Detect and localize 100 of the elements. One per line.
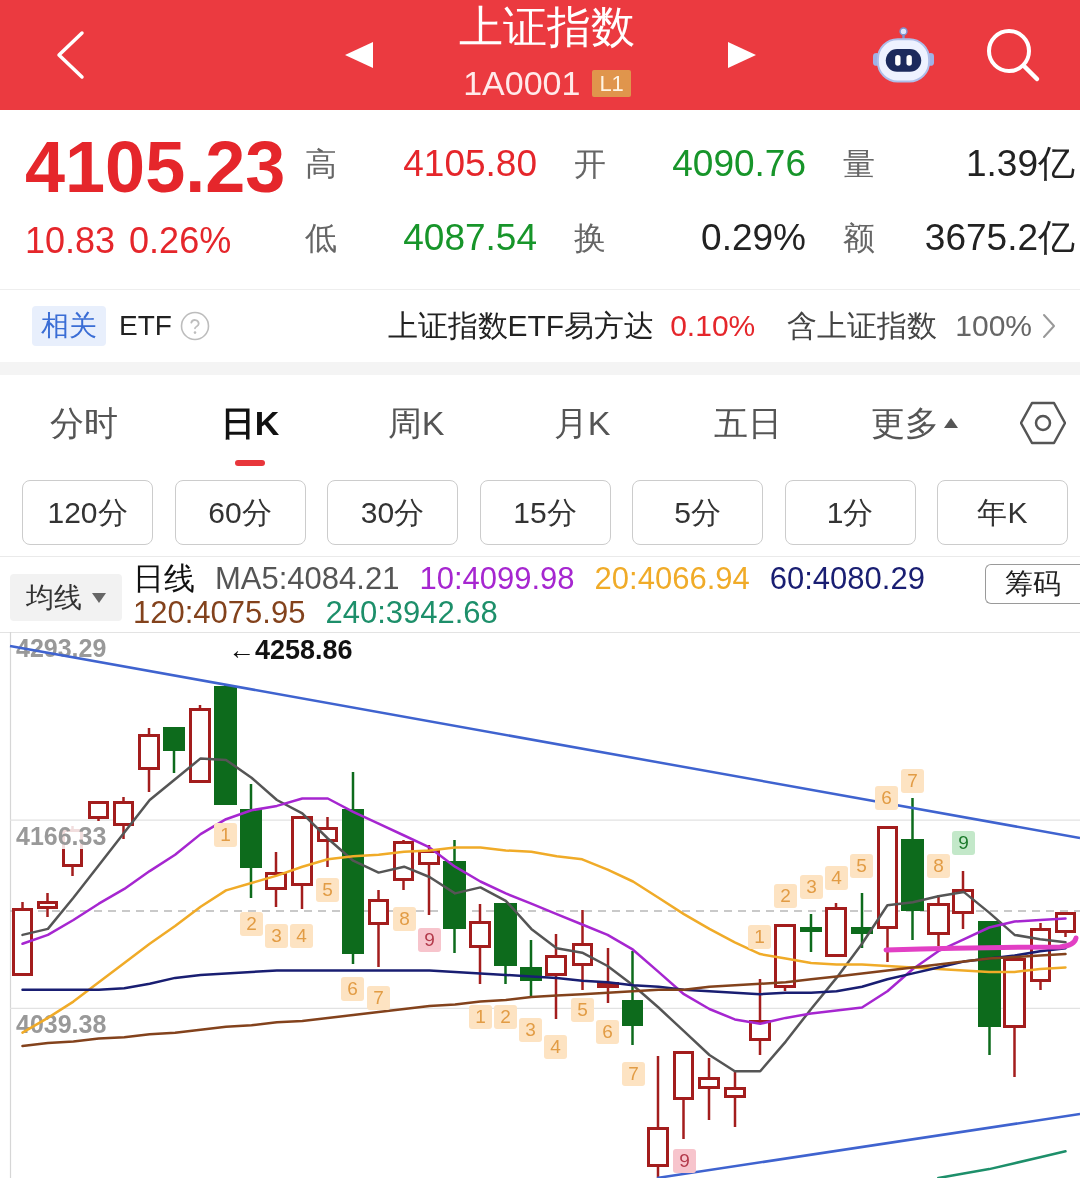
period-tab[interactable]: 分时	[1, 375, 167, 470]
stat-label: 换	[574, 219, 606, 258]
candlestick	[138, 728, 160, 792]
last-price: 4105.23	[25, 127, 287, 207]
candlestick	[520, 940, 542, 998]
stat-value: 4087.54	[403, 218, 537, 258]
count-tag: 1	[214, 823, 237, 847]
count-tag: 5	[571, 998, 594, 1022]
candlestick	[418, 845, 440, 915]
count-tag: 7	[901, 769, 924, 793]
count-tag: 3	[265, 924, 288, 948]
count-tag: 9	[418, 928, 441, 952]
candlestick	[774, 924, 796, 991]
stat-label: 低	[305, 219, 337, 258]
weight-label: 含上证指数	[787, 308, 938, 344]
assistant-button[interactable]	[872, 27, 935, 83]
moving-average-value: 60:4080.29	[769, 562, 925, 596]
count-tag: 2	[774, 884, 797, 908]
candlestick	[927, 895, 950, 946]
candlestick	[724, 1072, 746, 1127]
count-tag: 3	[800, 875, 823, 899]
chevron-left-icon	[54, 30, 86, 80]
etf-label: ETF	[119, 309, 172, 343]
count-tag: 9	[673, 1149, 696, 1173]
moving-average-value: 10:4099.98	[419, 562, 575, 596]
candlestick	[317, 817, 338, 867]
count-tag: 5	[850, 854, 873, 878]
caret-down-icon	[92, 592, 106, 603]
candlestick	[952, 871, 974, 929]
interval-button[interactable]: 1分	[784, 480, 916, 545]
stat-value: 0.29%	[701, 218, 806, 258]
stat-value: 4090.76	[672, 144, 806, 184]
count-tag: 2	[494, 1005, 517, 1029]
period-tab[interactable]: 五日	[665, 375, 831, 470]
interval-button[interactable]: 60分	[174, 480, 306, 545]
count-tag: 1	[469, 1005, 492, 1029]
count-tag: 8	[927, 854, 950, 878]
related-tag: 相关	[32, 306, 106, 346]
weight-value: 100%	[955, 308, 1032, 344]
previous-stock-button[interactable]	[345, 42, 373, 68]
moving-average-value: 120:4075.95	[133, 596, 306, 630]
moving-average-value: 20:4066.94	[594, 562, 750, 596]
candlestick	[1055, 912, 1076, 937]
candlestick	[37, 893, 58, 917]
candlestick	[800, 914, 822, 952]
search-button[interactable]	[985, 27, 1041, 83]
candlestick	[88, 801, 109, 821]
count-tag: 2	[240, 912, 263, 936]
percent-change: 0.26%	[129, 221, 232, 261]
stat-label: 量	[843, 145, 875, 184]
period-label: 日线	[133, 562, 195, 596]
period-tab[interactable]: 周K	[333, 375, 499, 470]
triangle-right-icon	[728, 42, 756, 68]
stat-label: 高	[305, 145, 337, 184]
count-tag: 6	[341, 977, 364, 1001]
level-badge: L1	[592, 69, 631, 97]
search-icon	[985, 27, 1041, 83]
count-tag: 3	[519, 1018, 542, 1042]
candlestick	[113, 797, 134, 839]
candlestick	[698, 1058, 720, 1120]
interval-button[interactable]: 120分	[22, 480, 153, 545]
stock-code: 1A0001	[463, 65, 581, 101]
stat-value: 4105.80	[403, 144, 537, 184]
robot-icon	[872, 27, 935, 83]
count-tag: 7	[622, 1062, 645, 1086]
count-tag: 9	[952, 831, 975, 855]
period-tab[interactable]: 月K	[499, 375, 665, 470]
candlestick	[163, 727, 185, 773]
candlestick	[851, 893, 873, 948]
interval-button[interactable]: 5分	[632, 480, 763, 545]
next-stock-button[interactable]	[728, 42, 756, 68]
interval-button[interactable]: 30分	[327, 480, 458, 545]
axis-value-label: 4166.33	[14, 823, 109, 850]
count-tag: 1	[748, 925, 771, 949]
candlestick	[597, 948, 619, 1003]
chip-distribution-button[interactable]: 筹码	[985, 564, 1080, 604]
chevron-right-icon	[1042, 313, 1056, 339]
count-tag: 5	[316, 878, 339, 902]
count-tag: 4	[290, 924, 313, 948]
candlestick	[825, 903, 847, 957]
interval-button[interactable]: 15分	[479, 480, 611, 545]
moving-average-value: 240:3942.68	[325, 596, 498, 630]
settings-icon[interactable]	[1020, 400, 1066, 446]
count-tag: 7	[367, 986, 390, 1010]
moving-average-value: MA5:4084.21	[215, 562, 400, 596]
stat-value: 1.39亿	[966, 144, 1075, 184]
count-tag: 6	[596, 1020, 619, 1044]
stock-title: 上证指数	[459, 1, 635, 53]
stat-value: 3675.2亿	[924, 218, 1075, 258]
period-tab[interactable]: 日K	[167, 375, 333, 470]
count-tag: 4	[825, 866, 848, 890]
count-tag: 6	[875, 786, 898, 810]
interval-button[interactable]: 年K	[937, 480, 1068, 545]
triangle-left-icon	[345, 42, 373, 68]
stat-label: 开	[574, 145, 606, 184]
caret-up-icon	[943, 418, 958, 428]
indicator-dropdown[interactable]: 均线	[10, 574, 122, 621]
period-tab[interactable]: 更多	[831, 375, 997, 470]
candlestick	[265, 852, 287, 907]
count-tag: 4	[544, 1035, 567, 1059]
